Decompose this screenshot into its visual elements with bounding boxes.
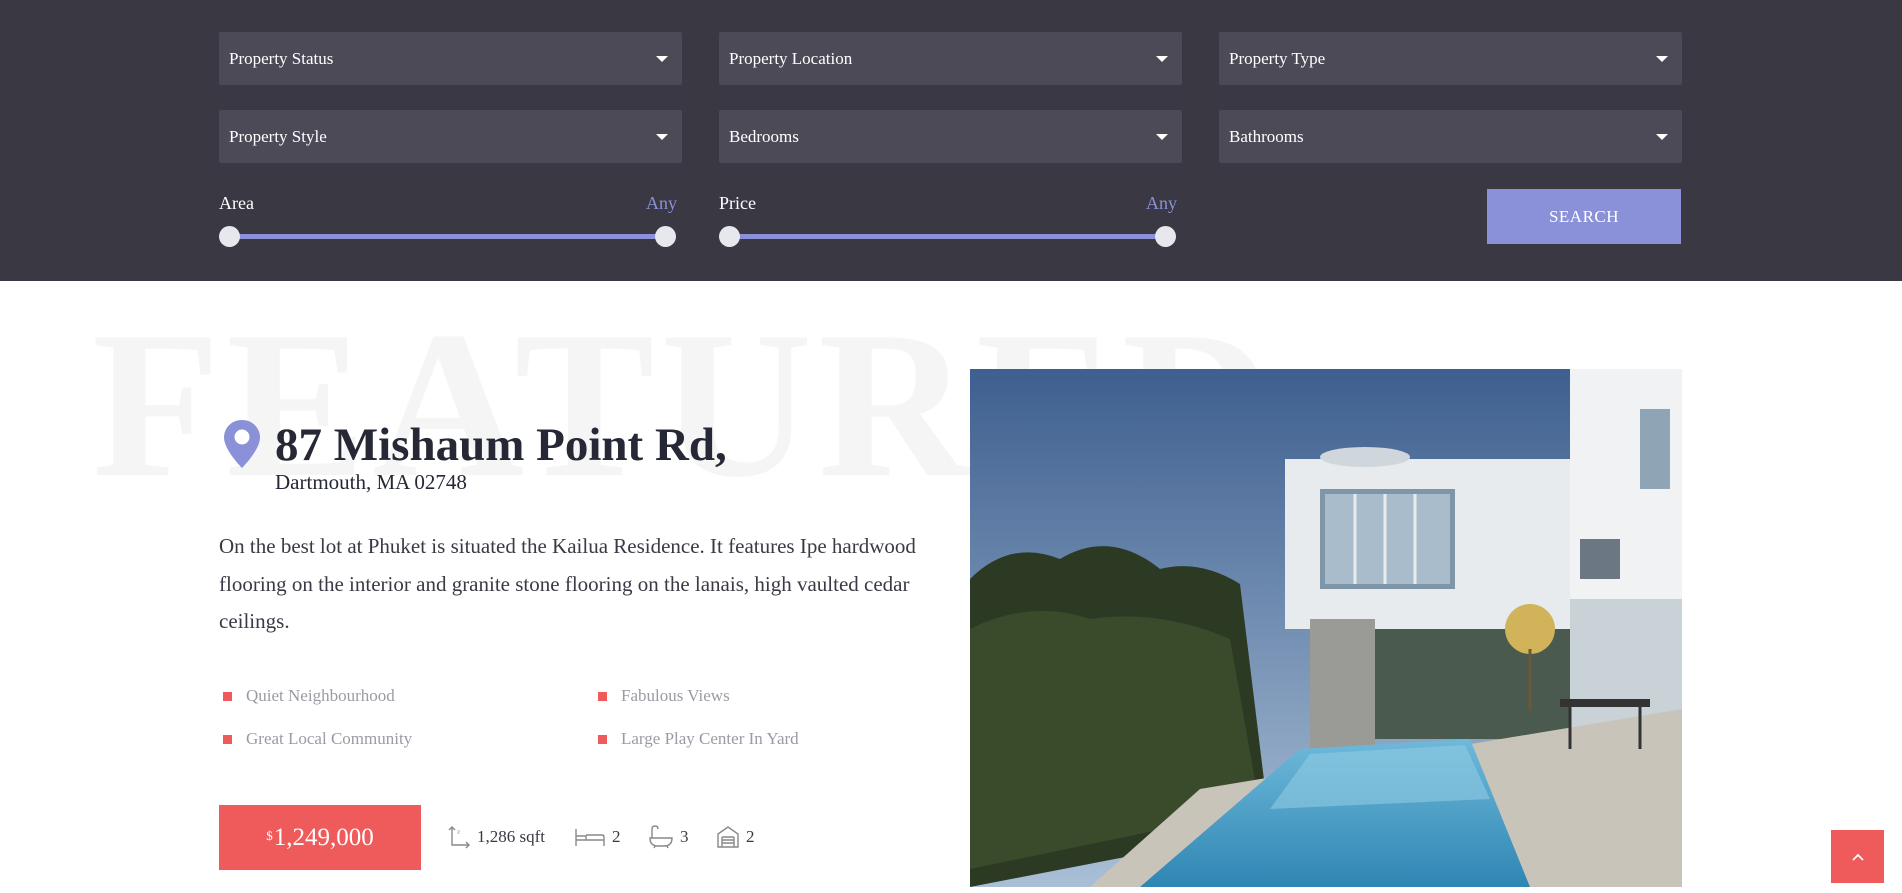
property-status-select[interactable]: Property Status (219, 32, 682, 85)
area-icon: ² (448, 826, 470, 849)
map-pin-icon (224, 420, 260, 468)
feature-item: Fabulous Views (594, 686, 730, 706)
bedrooms-select[interactable]: Bedrooms (719, 110, 1182, 163)
bath-icon (649, 825, 673, 849)
select-label: Bedrooms (729, 126, 799, 146)
bathrooms-value: 3 (680, 827, 689, 846)
area-value: 1,286 sqft (477, 827, 545, 846)
chevron-down-icon (1156, 134, 1168, 140)
area-range-value: Any (646, 193, 677, 213)
select-label: Property Style (229, 126, 327, 146)
feature-item: Great Local Community (219, 729, 412, 749)
bullet-icon (223, 734, 232, 744)
feature-label: Large Play Center In Yard (621, 729, 799, 748)
area-max-handle[interactable] (655, 226, 676, 247)
bedrooms-stat: 2 (574, 825, 621, 849)
bullet-icon (598, 734, 607, 744)
property-description: On the best lot at Phuket is situated th… (219, 534, 916, 633)
garages-value: 2 (746, 827, 755, 846)
chevron-down-icon (1156, 56, 1168, 62)
property-address: 87 Mishaum Point Rd, (275, 419, 727, 471)
chevron-down-icon (656, 134, 668, 140)
property-city: Dartmouth, MA 02748 (275, 470, 467, 494)
bathrooms-stat: 3 (648, 825, 689, 849)
price-range-track[interactable] (729, 234, 1166, 239)
chevron-down-icon (1656, 56, 1668, 62)
feature-label: Great Local Community (246, 729, 413, 748)
price-value: 1,249,000 (273, 823, 374, 851)
chevron-down-icon (1656, 134, 1668, 140)
property-search-panel: Property Status Property Location Proper… (0, 0, 1902, 281)
svg-text:²: ² (457, 829, 460, 838)
property-style-select[interactable]: Property Style (219, 110, 682, 163)
bedrooms-value: 2 (612, 827, 621, 846)
select-label: Property Status (229, 48, 334, 68)
price-currency: $ (266, 827, 273, 843)
feature-label: Fabulous Views (621, 686, 730, 705)
select-label: Property Type (1229, 48, 1326, 68)
bullet-icon (598, 691, 607, 701)
property-type-select[interactable]: Property Type (1219, 32, 1682, 85)
feature-item: Large Play Center In Yard (594, 729, 799, 749)
feature-label: Quiet Neighbourhood (246, 686, 395, 705)
bathrooms-select[interactable]: Bathrooms (1219, 110, 1682, 163)
house-pool-image (970, 369, 1682, 887)
chevron-up-icon (1851, 853, 1864, 861)
area-stat: ² 1,286 sqft (447, 825, 545, 849)
price-max-handle[interactable] (1155, 226, 1176, 247)
area-range-label: Area (219, 193, 254, 213)
price-range-value: Any (1146, 193, 1177, 213)
chevron-down-icon (656, 56, 668, 62)
feature-item: Quiet Neighbourhood (219, 686, 395, 706)
price-min-handle[interactable] (719, 226, 740, 247)
property-photo (970, 369, 1682, 887)
select-label: Property Location (729, 48, 853, 68)
search-button[interactable]: SEARCH (1487, 189, 1681, 244)
property-location-select[interactable]: Property Location (719, 32, 1182, 85)
scroll-to-top-button[interactable] (1831, 830, 1884, 883)
garage-icon (717, 826, 739, 848)
price-range-label: Price (719, 193, 756, 213)
area-min-handle[interactable] (219, 226, 240, 247)
area-range-track[interactable] (229, 234, 666, 239)
bed-icon (575, 829, 605, 846)
garages-stat: 2 (716, 825, 755, 849)
price-badge: $ 1,249,000 (219, 805, 421, 870)
bullet-icon (223, 691, 232, 701)
select-label: Bathrooms (1229, 126, 1304, 146)
